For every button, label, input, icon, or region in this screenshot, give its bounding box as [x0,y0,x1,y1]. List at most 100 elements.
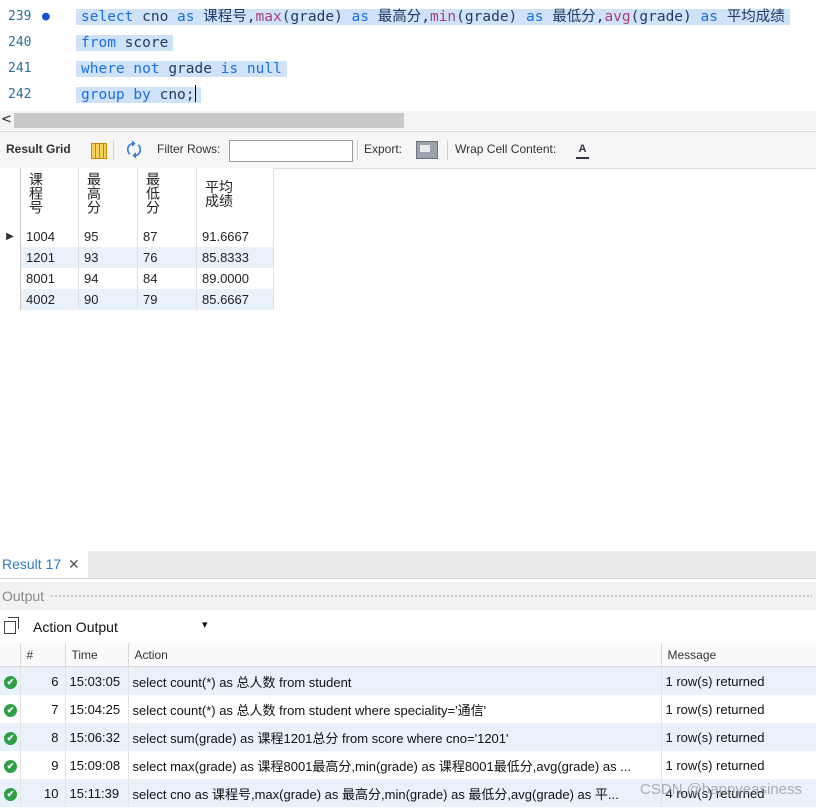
column-header[interactable]: 最低分 [137,168,197,226]
code-line-240[interactable]: 240 from score [0,30,816,56]
grid-cell[interactable]: 90 [78,289,138,310]
panel-drag-handle[interactable] [50,594,812,598]
success-check-icon: ✔ [4,704,17,717]
selected-code: from score [76,35,174,51]
row-number: 10 [20,779,66,807]
grid-cell[interactable]: 85.6667 [196,289,274,310]
result-toolbar: Result Grid 🗘 Filter Rows: Export: Wrap … [0,131,816,169]
code-line-241[interactable]: 241 where not grade is null [0,56,816,82]
message-column-header[interactable]: Message [661,643,816,667]
table-row[interactable]: 1201 93 76 85.8333 [0,247,274,268]
grid-cell[interactable]: 87 [137,226,197,247]
row-indicator [0,247,21,268]
table-row[interactable]: 8001 94 84 89.0000 [0,268,274,289]
line-number: 242 [8,87,32,102]
code-line-242[interactable]: 242 group by cno; [0,82,816,108]
sql-editor[interactable]: 239 ● select cno as 课程号,max(grade) as 最高… [0,0,816,111]
grid-header-row: 课程号 最高分 最低分 平均成绩 [0,168,274,226]
row-action: select count(*) as 总人数 from student wher… [128,695,662,723]
wrap-cell-icon[interactable]: A [576,141,589,159]
row-indicator [0,268,21,289]
sql-keyword: not [133,61,160,77]
sql-keyword: as [700,9,718,25]
grid-cell[interactable]: 76 [137,247,197,268]
grid-cell[interactable]: 1004 [20,226,79,247]
text-cursor [194,85,196,102]
grid-cell[interactable]: 93 [78,247,138,268]
grid-cell[interactable]: 1201 [20,247,79,268]
sql-text: grade [159,61,221,77]
output-mode-select[interactable]: Action Output [33,619,118,635]
grid-cell[interactable]: 85.8333 [196,247,274,268]
row-message: 1 row(s) returned [661,666,816,695]
time-column-header[interactable]: Time [65,643,129,667]
table-row[interactable]: ▶ 1004 95 87 91.6667 [0,226,274,247]
editor-horizontal-scrollbar[interactable]: < [0,111,816,130]
export-icon[interactable] [416,141,438,159]
code-text: from score [76,30,174,56]
row-number: 6 [20,666,66,695]
sql-function: min [429,9,457,25]
sql-keyword: group [81,87,125,103]
chevron-down-icon[interactable]: ▾ [202,618,208,631]
sql-text: (grade) [281,9,352,25]
sql-text: 最低分, [543,9,605,25]
watermark: CSDN @happyeasiness [640,781,802,798]
table-row[interactable]: 4002 90 79 85.6667 [0,289,274,310]
grid-cell[interactable]: 8001 [20,268,79,289]
line-number: 239 [8,9,32,24]
row-action: select sum(grade) as 课程1201总分 from score… [128,723,662,751]
sql-keyword: is [220,61,239,77]
sql-text: cno; [150,87,195,103]
row-message: 1 row(s) returned [661,723,816,751]
sql-text: (grade) [456,9,527,25]
column-header[interactable]: 平均成绩 [196,168,274,226]
column-header[interactable]: 最高分 [78,168,138,226]
table-row[interactable]: ✔ 7 15:04:25 select count(*) as 总人数 from… [0,695,816,723]
result-grid: 课程号 最高分 最低分 平均成绩 ▶ 1004 95 87 91.6667 12… [0,168,274,310]
refresh-icon[interactable]: 🗘 [126,138,142,168]
number-column-header[interactable]: # [20,643,66,667]
scroll-left-arrow-icon[interactable]: < [1,112,12,127]
result-grid-tab[interactable]: Result Grid [6,142,71,156]
code-line-239[interactable]: 239 ● select cno as 课程号,max(grade) as 最高… [0,4,816,30]
grid-cell[interactable]: 4002 [20,289,79,310]
filter-rows-label: Filter Rows: [157,142,221,156]
code-text: where not grade is null [76,56,287,82]
row-time: 15:06:32 [65,723,129,751]
sql-function: max [255,9,282,25]
grid-cell[interactable]: 91.6667 [196,226,274,247]
close-icon[interactable]: ✕ [68,551,80,577]
action-column-header[interactable]: Action [128,643,662,667]
grid-view-icon[interactable] [91,143,107,159]
tab-result-17[interactable]: Result 17 ✕ [0,551,88,578]
column-header[interactable]: 课程号 [20,168,79,226]
success-check-icon: ✔ [4,676,17,689]
grid-cell[interactable]: 94 [78,268,138,289]
grid-cell[interactable]: 95 [78,226,138,247]
copy-icon[interactable] [4,617,19,634]
selected-code: where not grade is null [76,61,287,77]
table-row[interactable]: ✔ 6 15:03:05 select count(*) as 总人数 from… [0,666,816,695]
grid-cell[interactable]: 89.0000 [196,268,274,289]
row-number: 9 [20,751,66,779]
table-row[interactable]: ✔ 8 15:06:32 select sum(grade) as 课程1201… [0,723,816,751]
row-time: 15:03:05 [65,666,129,695]
code-text: select cno as 课程号,max(grade) as 最高分,min(… [76,4,790,30]
statement-marker-icon[interactable]: ● [42,4,50,30]
sql-text: 课程号, [194,9,256,25]
current-row-indicator-icon: ▶ [0,226,21,247]
output-header-row: # Time Action Message [0,643,816,667]
table-row[interactable]: ✔ 9 15:09:08 select max(grade) as 课程8001… [0,751,816,779]
grid-cell[interactable]: 84 [137,268,197,289]
row-time: 15:09:08 [65,751,129,779]
scrollbar-thumb[interactable] [14,113,404,128]
line-number: 241 [8,61,32,76]
filter-rows-input[interactable] [229,140,353,162]
sql-text: score [115,35,169,51]
grid-cell[interactable]: 79 [137,289,197,310]
row-message: 1 row(s) returned [661,751,816,779]
success-check-icon: ✔ [4,788,17,801]
sql-keyword: by [133,87,151,103]
